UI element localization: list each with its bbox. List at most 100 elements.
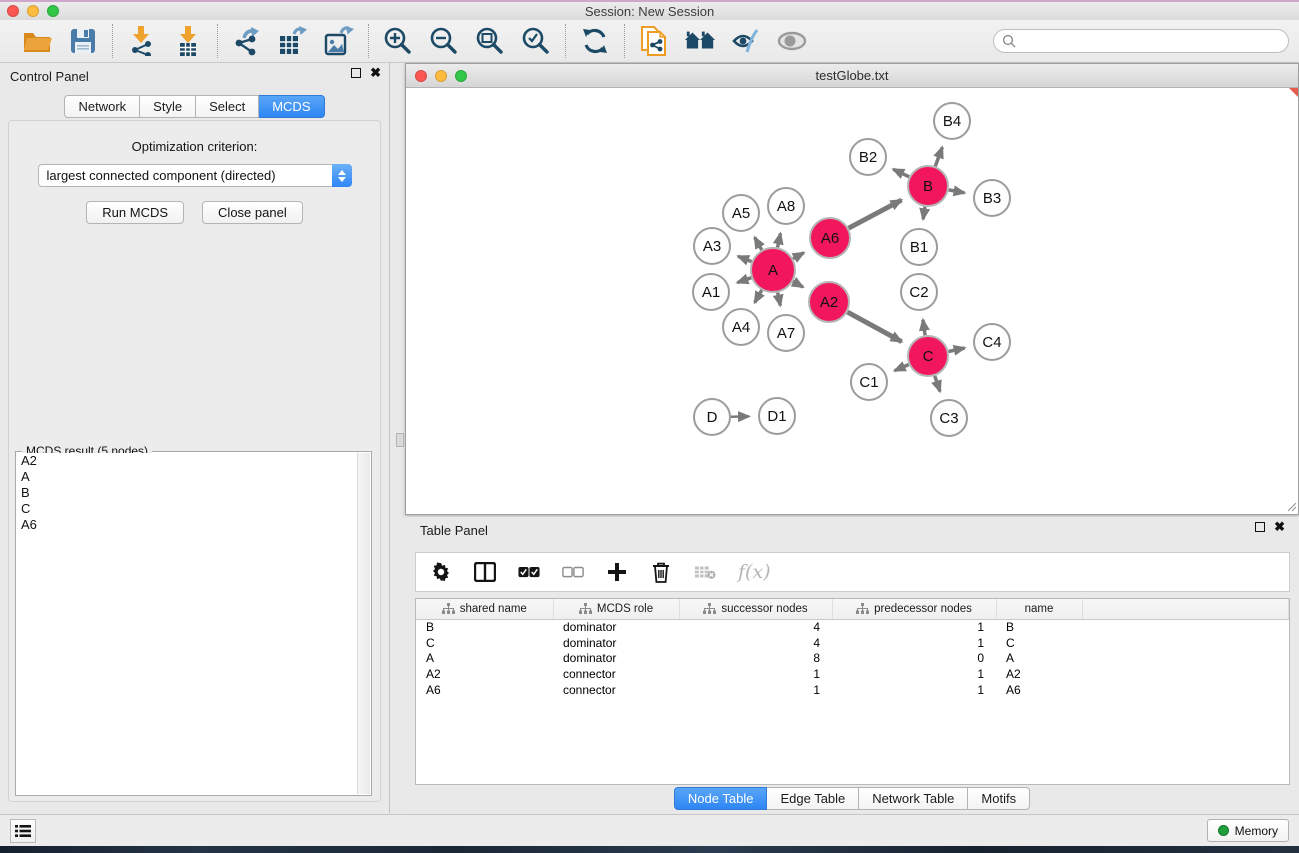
- graph-node-A3[interactable]: A3: [694, 228, 730, 264]
- graph-node-A[interactable]: A: [751, 248, 795, 292]
- table-cell[interactable]: A6: [996, 682, 1082, 698]
- mcds-result-item[interactable]: C: [17, 501, 357, 517]
- graph-edge-A-A2[interactable]: [793, 281, 803, 287]
- graph-node-C1[interactable]: C1: [851, 364, 887, 400]
- graph-node-C3[interactable]: C3: [931, 400, 967, 436]
- graph-node-B1[interactable]: B1: [901, 229, 937, 265]
- table-cell[interactable]: A: [416, 651, 553, 667]
- graph-node-A6[interactable]: A6: [810, 218, 850, 258]
- network-window-titlebar[interactable]: testGlobe.txt: [406, 64, 1298, 88]
- graph-node-A5[interactable]: A5: [723, 195, 759, 231]
- table-cell[interactable]: A2: [996, 666, 1082, 682]
- export-table-icon[interactable]: [277, 25, 309, 57]
- table-cell[interactable]: 1: [832, 682, 996, 698]
- deselect-all-icon[interactable]: [562, 561, 584, 583]
- graph-edge-C-C2[interactable]: [923, 320, 925, 335]
- function-builder-icon[interactable]: f(x): [738, 561, 771, 583]
- zoom-selected-icon[interactable]: [520, 25, 552, 57]
- table-cell[interactable]: 1: [679, 682, 832, 698]
- save-session-icon[interactable]: [67, 25, 99, 57]
- graph-node-A8[interactable]: A8: [768, 188, 804, 224]
- table-cell[interactable]: 4: [679, 635, 832, 651]
- close-table-panel-icon[interactable]: ✖: [1274, 522, 1285, 532]
- delete-table-icon[interactable]: [694, 561, 716, 583]
- table-cell[interactable]: A: [996, 651, 1082, 667]
- graph-node-A2[interactable]: A2: [809, 282, 849, 322]
- table-cell[interactable]: B: [996, 619, 1082, 635]
- graph-edge-B-B3[interactable]: [949, 190, 965, 193]
- optimization-criterion-select[interactable]: largest connected component (directed): [38, 164, 352, 187]
- resize-grip-icon[interactable]: [1285, 500, 1297, 512]
- graph-node-D1[interactable]: D1: [759, 398, 795, 434]
- tab-mcds[interactable]: MCDS: [259, 95, 324, 118]
- table-cell[interactable]: dominator: [553, 635, 679, 651]
- search-field[interactable]: [993, 29, 1289, 53]
- mcds-result-item[interactable]: B: [17, 485, 357, 501]
- table-cell[interactable]: C: [996, 635, 1082, 651]
- select-all-icon[interactable]: [518, 561, 540, 583]
- ndex-document-icon[interactable]: [638, 25, 670, 57]
- graph-node-A4[interactable]: A4: [723, 309, 759, 345]
- table-row[interactable]: A2connector11A2: [416, 666, 1289, 682]
- table-cell[interactable]: dominator: [553, 651, 679, 667]
- graph-node-B2[interactable]: B2: [850, 139, 886, 175]
- table-tab-node-table[interactable]: Node Table: [674, 787, 768, 810]
- tab-select[interactable]: Select: [196, 95, 259, 118]
- zoom-fit-icon[interactable]: [474, 25, 506, 57]
- column-header-predecessor-nodes[interactable]: predecessor nodes: [832, 599, 996, 619]
- column-header-MCDS-role[interactable]: MCDS role: [553, 599, 679, 619]
- table-cell[interactable]: 0: [832, 651, 996, 667]
- table-cell[interactable]: C: [416, 635, 553, 651]
- graph-edge-A-A1[interactable]: [737, 278, 751, 283]
- table-cell[interactable]: A2: [416, 666, 553, 682]
- graph-edge-A-A3[interactable]: [738, 256, 752, 261]
- table-row[interactable]: Bdominator41B: [416, 619, 1289, 635]
- splitter-gripper[interactable]: [396, 433, 404, 447]
- close-panel-button[interactable]: Close panel: [202, 201, 303, 224]
- graph-edge-C-C1[interactable]: [895, 364, 909, 370]
- graph-node-A7[interactable]: A7: [768, 315, 804, 351]
- graph-node-B[interactable]: B: [908, 166, 948, 206]
- table-cell[interactable]: dominator: [553, 619, 679, 635]
- graph-edge-A-A4[interactable]: [755, 290, 762, 303]
- bird-eye-view-icon[interactable]: [776, 25, 808, 57]
- table-cell[interactable]: connector: [553, 666, 679, 682]
- zoom-in-icon[interactable]: [382, 25, 414, 57]
- graph-node-C2[interactable]: C2: [901, 274, 937, 310]
- table-row[interactable]: Cdominator41C: [416, 635, 1289, 651]
- memory-button[interactable]: Memory: [1207, 819, 1289, 842]
- table-tab-edge-table[interactable]: Edge Table: [767, 787, 859, 810]
- graph-edge-B-B1[interactable]: [923, 207, 925, 220]
- column-view-icon[interactable]: [474, 561, 496, 583]
- add-column-icon[interactable]: [606, 561, 628, 583]
- graph-edge-A6-B[interactable]: [849, 200, 902, 228]
- graph-node-D[interactable]: D: [694, 399, 730, 435]
- table-cell[interactable]: 4: [679, 619, 832, 635]
- task-history-button[interactable]: [10, 819, 36, 843]
- hide-graphics-details-icon[interactable]: [730, 25, 762, 57]
- table-cell[interactable]: B: [416, 619, 553, 635]
- table-cell[interactable]: 1: [832, 666, 996, 682]
- table-tab-network-table[interactable]: Network Table: [859, 787, 968, 810]
- export-image-icon[interactable]: [323, 25, 355, 57]
- table-cell[interactable]: 1: [832, 619, 996, 635]
- graph-edge-C-C3[interactable]: [935, 376, 940, 392]
- table-cell[interactable]: 1: [679, 666, 832, 682]
- table-row[interactable]: A6connector11A6: [416, 682, 1289, 698]
- graph-edge-B-B4[interactable]: [935, 147, 942, 166]
- gear-icon[interactable]: [430, 561, 452, 583]
- import-network-icon[interactable]: [126, 25, 158, 57]
- column-header-shared-name[interactable]: shared name: [416, 599, 553, 619]
- column-header-name[interactable]: name: [996, 599, 1082, 619]
- delete-column-icon[interactable]: [650, 561, 672, 583]
- table-header-row[interactable]: shared nameMCDS rolesuccessor nodesprede…: [416, 599, 1289, 619]
- mcds-result-item[interactable]: A: [17, 469, 357, 485]
- open-session-icon[interactable]: [21, 25, 53, 57]
- home-icon[interactable]: [684, 25, 716, 57]
- column-header-successor-nodes[interactable]: successor nodes: [679, 599, 832, 619]
- zoom-out-icon[interactable]: [428, 25, 460, 57]
- graph-edge-A-A7[interactable]: [778, 293, 781, 306]
- network-canvas[interactable]: B4B2BB3A8A5A6A3B1AA1C2A2A4A7C4CC1D1DC3: [406, 88, 1298, 513]
- run-mcds-button[interactable]: Run MCDS: [86, 201, 184, 224]
- graph-edge-A-A5[interactable]: [755, 237, 762, 250]
